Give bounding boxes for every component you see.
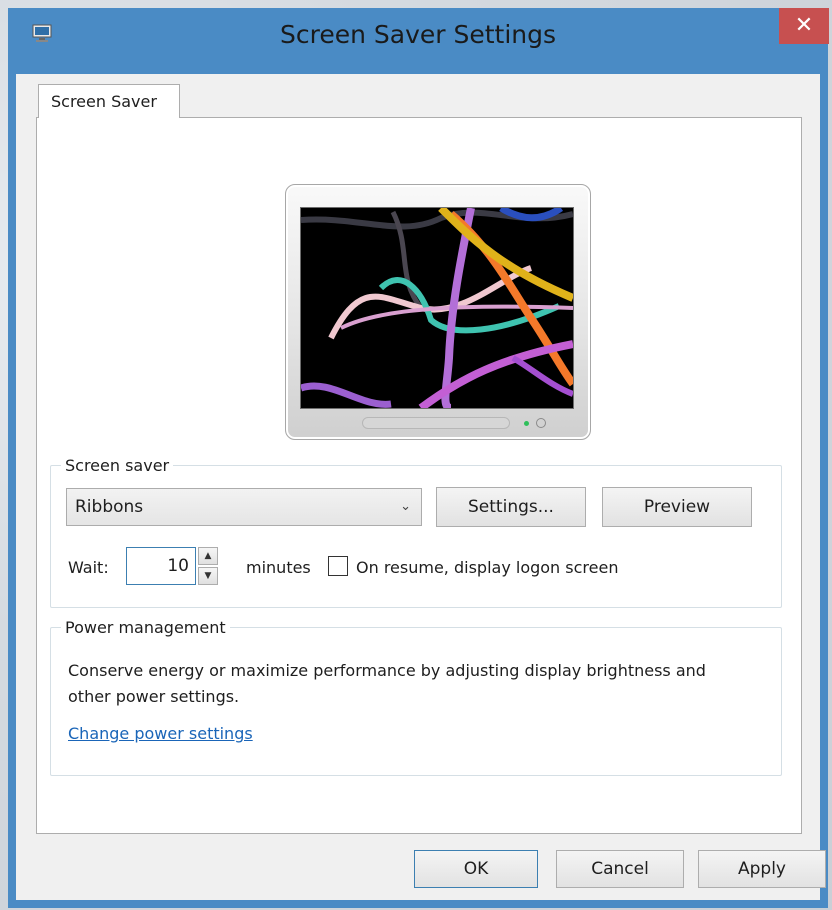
preview-screen xyxy=(300,207,574,409)
power-management-description: Conserve energy or maximize performance … xyxy=(68,661,706,706)
screen-saver-selected: Ribbons xyxy=(75,497,144,517)
ok-button[interactable]: OK xyxy=(414,850,538,888)
wait-spinner: ▲ ▼ xyxy=(198,547,218,585)
wait-minutes-input[interactable]: 10 xyxy=(126,547,196,585)
screen-saver-settings-dialog: Screen Saver Settings ✕ Screen Saver Scr… xyxy=(8,8,829,908)
apply-button[interactable]: Apply xyxy=(698,850,826,888)
power-button-icon xyxy=(536,418,546,428)
resume-logon-label[interactable]: On resume, display logon screen xyxy=(356,558,618,577)
spin-down-arrow-icon[interactable]: ▼ xyxy=(198,567,218,585)
screen-saver-group: Screen saver xyxy=(50,456,782,608)
cancel-button[interactable]: Cancel xyxy=(556,850,684,888)
close-button[interactable]: ✕ xyxy=(779,8,829,44)
power-management-group-label: Power management xyxy=(65,618,226,637)
screen-saver-group-label: Screen saver xyxy=(65,456,170,475)
monitor-preview xyxy=(285,184,591,440)
minutes-label: minutes xyxy=(246,558,311,577)
settings-button[interactable]: Settings... xyxy=(436,487,586,527)
preview-button[interactable]: Preview xyxy=(602,487,752,527)
ribbons-preview-image xyxy=(301,208,573,408)
dialog-client-area: Screen Saver Screen saver Ribbons ⌄ Sett… xyxy=(16,74,826,900)
wait-label: Wait: xyxy=(68,558,109,577)
monitor-base-bar xyxy=(362,417,510,429)
title-bar: Screen Saver Settings ✕ xyxy=(8,8,829,68)
chevron-down-icon: ⌄ xyxy=(400,499,411,514)
spin-up-arrow-icon[interactable]: ▲ xyxy=(198,547,218,565)
tab-screen-saver[interactable]: Screen Saver xyxy=(38,84,180,118)
resume-logon-checkbox[interactable] xyxy=(328,556,348,576)
window-title: Screen Saver Settings xyxy=(279,20,557,49)
screen-saver-dropdown[interactable]: Ribbons ⌄ xyxy=(66,488,422,526)
power-led-icon xyxy=(524,421,529,426)
change-power-settings-link[interactable]: Change power settings xyxy=(68,724,253,743)
